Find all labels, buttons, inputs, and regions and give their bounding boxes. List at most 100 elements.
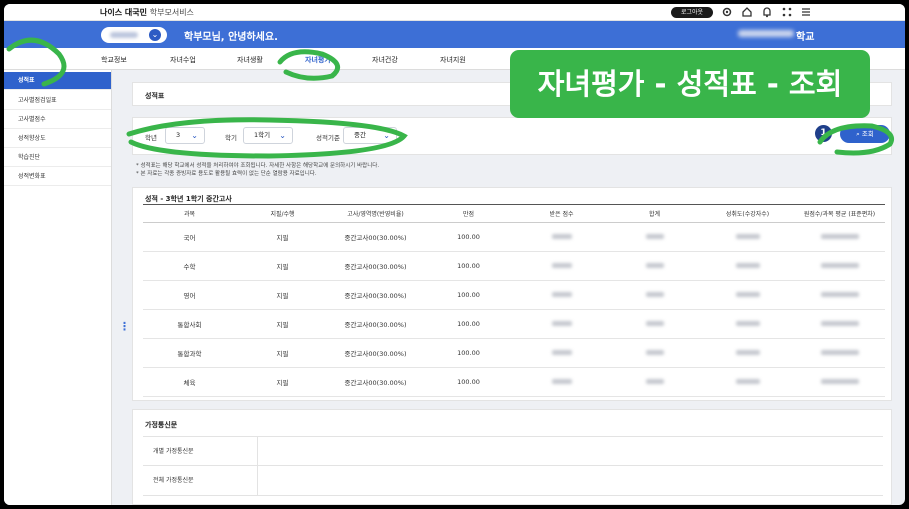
redacted-cell [701, 367, 794, 397]
top-utility-bar: 나이스 대국민 학부모서비스 로그아웃 [4, 4, 905, 21]
nav-child-support[interactable]: 자녀지원 [440, 55, 466, 65]
type-cell: 지필 [236, 338, 329, 368]
full-score-cell: 100.00 [422, 280, 515, 310]
redacted-cell [794, 309, 885, 339]
exam-cell: 중간고사00(30.00%) [329, 251, 422, 281]
chevron-down-icon: ⌄ [191, 131, 198, 140]
nav-child-life[interactable]: 자녀생활 [237, 55, 263, 65]
redacted-cell [515, 309, 608, 339]
redacted-cell [515, 367, 608, 397]
redacted-cell [608, 309, 701, 339]
logout-button[interactable]: 로그아웃 [671, 7, 713, 18]
student-banner: ⌄ 학부모님, 안녕하세요. 학교 [4, 21, 905, 48]
column-header: 원점수/과목 평균 (표준편차) [794, 204, 885, 223]
home-notice-panel: 가정통신문 개별 가정통신문 전체 가정통신문 [132, 409, 892, 505]
home-icon[interactable] [741, 6, 753, 18]
subject-cell: 통합과학 [143, 338, 236, 368]
type-cell: 지필 [236, 251, 329, 281]
site-brand[interactable]: 나이스 대국민 학부모서비스 [100, 7, 194, 18]
term-label: 학기 [225, 134, 237, 142]
column-header: 합계 [608, 204, 701, 223]
exam-cell: 중간고사00(30.00%) [329, 222, 422, 252]
table-header-row: 과목 지필/수행 고사/영역명(반영비율) 만점 받은 점수 합계 성취도(수강… [143, 204, 885, 223]
exam-cell: 중간고사00(30.00%) [329, 280, 422, 310]
home-notice-row[interactable]: 개별 가정통신문 [143, 436, 883, 467]
basis-value: 중간 [354, 131, 366, 139]
grid-icon[interactable] [781, 6, 793, 18]
subject-cell: 통합사회 [143, 309, 236, 339]
redacted-cell [701, 338, 794, 368]
gear-icon[interactable] [721, 6, 733, 18]
bell-icon[interactable] [761, 6, 773, 18]
column-header: 만점 [422, 204, 515, 223]
year-select[interactable]: 3 ⌄ [165, 127, 205, 144]
home-notice-label: 전체 가정통신문 [143, 466, 258, 496]
sidebar-item-grade-change[interactable]: 성적변화표 [4, 168, 111, 186]
redacted-cell [701, 309, 794, 339]
search-label: 조회 [861, 130, 874, 138]
table-row: 수학 지필 중간고사00(30.00%) 100.00 [143, 251, 885, 281]
filter-panel: 학년 3 ⌄ 학기 1학기 ⌄ 성적기준 중간 ⌄ 1 ⌕ 조회 [132, 117, 892, 155]
screenshot-frame: 나이스 대국민 학부모서비스 로그아웃 ⌄ 학부모님, 안녕하세요. 학교 학교… [0, 0, 909, 509]
column-header: 과목 [143, 204, 236, 223]
type-cell: 지필 [236, 367, 329, 397]
nav-child-health[interactable]: 자녀건강 [372, 55, 398, 65]
full-score-cell: 100.00 [422, 309, 515, 339]
redacted-cell [608, 280, 701, 310]
redacted-cell [608, 367, 701, 397]
nav-school-info[interactable]: 학교정보 [101, 55, 127, 65]
home-notice-title: 가정통신문 [145, 421, 178, 429]
year-value: 3 [176, 131, 181, 139]
basis-select[interactable]: 중간 ⌄ [343, 127, 397, 144]
full-score-cell: 100.00 [422, 222, 515, 252]
year-label: 학년 [145, 134, 157, 142]
column-header: 성취도(수강자수) [701, 204, 794, 223]
chevron-down-icon: ⌄ [279, 131, 286, 140]
basis-label: 성적기준 [316, 134, 340, 142]
greeting-text: 학부모님, 안녕하세요. [184, 32, 278, 43]
redacted-cell [515, 222, 608, 252]
redacted-cell [794, 338, 885, 368]
sidebar-item-exam-schedule[interactable]: 고사별점검일표 [4, 92, 111, 110]
table-row: 국어 지필 중간고사00(30.00%) 100.00 [143, 222, 885, 252]
redacted-cell [608, 251, 701, 281]
search-button[interactable]: ⌕ 조회 [840, 125, 890, 143]
nav-child-class[interactable]: 자녀수업 [170, 55, 196, 65]
sidebar-item-report-card[interactable]: 성적표 [4, 72, 111, 90]
sidebar-collapse-handle[interactable]: ⋮ [119, 320, 130, 333]
grade-table: 과목 지필/수행 고사/영역명(반영비율) 만점 받은 점수 합계 성취도(수강… [143, 204, 885, 397]
student-name-redacted [110, 32, 138, 38]
notice-line: * 본 자료는 각종 증빙자료 용도로 활용될 효력이 없는 단순 열람용 자료… [136, 171, 317, 177]
redacted-cell [794, 367, 885, 397]
redacted-cell [701, 222, 794, 252]
redacted-cell [794, 280, 885, 310]
school-suffix: 학교 [796, 32, 815, 43]
sidebar: 성적표 고사별점검일표 고사별점수 성적향상도 학습진단 성적변화표 [4, 70, 112, 505]
table-row: 체육 지필 중간고사00(30.00%) 100.00 [143, 367, 885, 397]
sidebar-item-exam-scores[interactable]: 고사별점수 [4, 111, 111, 129]
table-row: 통합과학 지필 중간고사00(30.00%) 100.00 [143, 338, 885, 368]
student-selector[interactable]: ⌄ [101, 27, 167, 43]
sidebar-item-learning-diagnosis[interactable]: 학습진단 [4, 149, 111, 167]
full-score-cell: 100.00 [422, 251, 515, 281]
chevron-down-icon: ⌄ [149, 29, 161, 41]
redacted-cell [608, 222, 701, 252]
brand-name: 나이스 대국민 [100, 8, 147, 17]
redacted-cell [515, 251, 608, 281]
column-header: 지필/수행 [236, 204, 329, 223]
sidebar-item-improvement[interactable]: 성적향상도 [4, 130, 111, 148]
home-notice-label: 개별 가정통신문 [143, 437, 258, 467]
chevron-down-icon: ⌄ [383, 131, 390, 140]
redacted-cell [701, 251, 794, 281]
menu-icon[interactable] [800, 6, 812, 18]
term-select[interactable]: 1학기 ⌄ [243, 127, 293, 144]
nav-child-evaluation[interactable]: 자녀평가 [305, 55, 331, 65]
redacted-cell [515, 338, 608, 368]
subject-cell: 국어 [143, 222, 236, 252]
home-notice-row[interactable]: 전체 가정통신문 [143, 466, 883, 496]
redacted-cell [794, 222, 885, 252]
type-cell: 지필 [236, 309, 329, 339]
term-value: 1학기 [254, 131, 271, 139]
column-header: 고사/영역명(반영비율) [329, 204, 422, 223]
subject-cell: 체육 [143, 367, 236, 397]
